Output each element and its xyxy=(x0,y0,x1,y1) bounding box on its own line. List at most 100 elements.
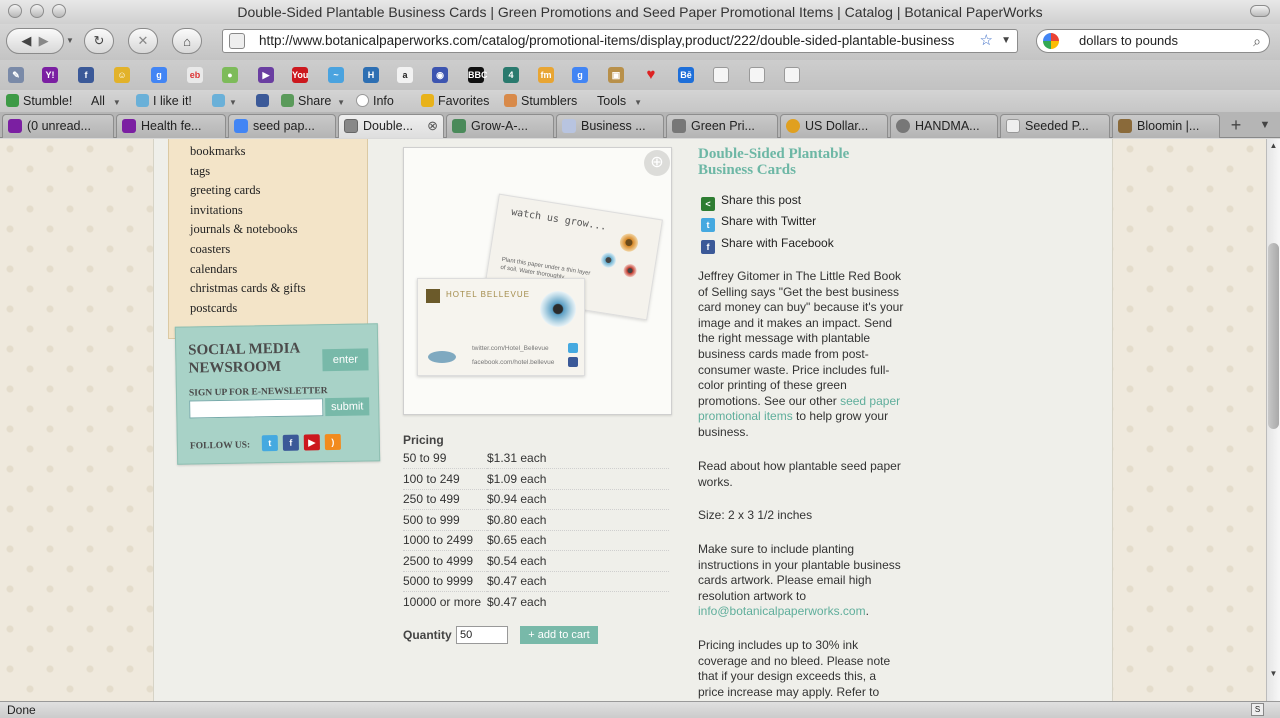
quantity-input[interactable]: 50 xyxy=(456,626,508,644)
scroll-up-icon[interactable]: ▲ xyxy=(1267,141,1280,153)
twitter-icon[interactable]: t xyxy=(261,435,278,452)
tab-green-printing[interactable]: Green Pri... xyxy=(666,114,778,138)
share-button[interactable]: Share ▼ xyxy=(281,94,345,108)
tab-business[interactable]: Business ... xyxy=(556,114,664,138)
google-search-engine-icon[interactable] xyxy=(1043,33,1059,49)
newsletter-email-input[interactable] xyxy=(189,398,324,419)
facebook-icon xyxy=(568,357,578,367)
history-dropdown-icon[interactable]: ▼ xyxy=(66,36,74,45)
tab-list-button[interactable]: ▼ xyxy=(1254,114,1276,138)
amazon-icon[interactable]: a xyxy=(397,67,413,83)
bookmark-star-icon[interactable]: ☆ xyxy=(980,30,993,52)
reload-button[interactable]: ↻ xyxy=(84,28,114,54)
smiley-icon[interactable]: ☺ xyxy=(114,67,130,83)
tab-us-dollar[interactable]: US Dollar... xyxy=(780,114,888,138)
page-icon[interactable] xyxy=(784,67,800,83)
tab-seeded-paper[interactable]: Seeded P... xyxy=(1000,114,1110,138)
youtube-icon[interactable]: ▶ xyxy=(303,434,320,451)
facebook-icon[interactable]: f xyxy=(282,434,299,451)
google-icon[interactable]: g xyxy=(572,67,588,83)
site-identity-icon[interactable] xyxy=(229,33,245,49)
sidebar-item-greeting-cards[interactable]: greeting cards xyxy=(190,181,367,201)
tab-health[interactable]: Health fe... xyxy=(116,114,226,138)
share-post-link[interactable]: < Share this post xyxy=(701,193,801,211)
zoom-window-button[interactable] xyxy=(52,4,66,18)
info-button[interactable]: Info xyxy=(356,94,394,108)
close-tab-icon[interactable]: ⊗ xyxy=(427,115,438,137)
tab-double-sided[interactable]: Double... ⊗ xyxy=(338,114,444,138)
favorites-button[interactable]: Favorites xyxy=(421,94,489,108)
channel4-icon[interactable]: 4 xyxy=(503,67,519,83)
sidebar-item-journals[interactable]: journals & notebooks xyxy=(190,220,367,240)
scroll-down-icon[interactable]: ▼ xyxy=(1267,669,1280,681)
table-row: 500 to 999 $0.80 each xyxy=(403,509,669,531)
facebook-share-button[interactable] xyxy=(256,94,273,108)
address-bar[interactable]: http://www.botanicalpaperworks.com/catal… xyxy=(222,29,1018,53)
fm-icon[interactable]: fm xyxy=(538,67,554,83)
search-icon[interactable]: ⌕ xyxy=(1253,30,1261,52)
all-label: All xyxy=(91,94,105,108)
facebook-icon[interactable]: f xyxy=(78,67,94,83)
thumbs-down-button[interactable]: ▼ xyxy=(212,94,237,108)
scrollbar-thumb[interactable] xyxy=(1268,243,1279,429)
play-icon[interactable]: ▶ xyxy=(258,67,274,83)
stumble-button[interactable]: Stumble! xyxy=(6,94,72,108)
search-box[interactable]: dollars to pounds ⌕ xyxy=(1036,29,1270,53)
vertical-scrollbar[interactable]: ▲ ▼ xyxy=(1266,139,1280,701)
sidebar-item-invitations[interactable]: invitations xyxy=(190,201,367,221)
newsletter-submit-button[interactable]: submit xyxy=(325,397,370,417)
back-forward-buttons[interactable]: ◀ ▶ xyxy=(6,28,64,54)
new-tab-button[interactable]: + xyxy=(1222,114,1250,138)
bbc-icon[interactable]: BBC xyxy=(468,67,488,83)
forward-icon[interactable]: ▶ xyxy=(39,33,49,49)
sidebar-item-coasters[interactable]: coasters xyxy=(190,240,367,260)
frog-icon[interactable]: ● xyxy=(222,67,238,83)
minimize-window-button[interactable] xyxy=(30,4,44,18)
share-facebook-link[interactable]: f Share with Facebook xyxy=(701,236,834,254)
sidebar-item-calendars[interactable]: calendars xyxy=(190,260,367,280)
add-to-cart-button[interactable]: + add to cart xyxy=(520,626,598,644)
share-icon: < xyxy=(701,197,715,211)
rss-icon[interactable]: ) xyxy=(324,433,341,451)
home-button[interactable]: ⌂ xyxy=(172,28,202,54)
stumble-all-dropdown[interactable]: All ▼ xyxy=(91,94,121,108)
zoom-icon[interactable]: ⊕ xyxy=(644,150,670,176)
box-icon[interactable]: ▣ xyxy=(608,67,624,83)
toolbar-toggle-button[interactable] xyxy=(1250,5,1270,17)
ebay-icon[interactable]: eb xyxy=(187,67,203,83)
sidebar-item-postcards[interactable]: postcards xyxy=(190,299,367,319)
i-like-it-button[interactable]: I like it! xyxy=(136,94,192,108)
enter-newsroom-button[interactable]: enter xyxy=(322,348,369,372)
tools-menu[interactable]: Tools ▼ xyxy=(597,94,642,108)
tab-bloomin[interactable]: Bloomin |... xyxy=(1112,114,1220,138)
google-icon[interactable]: g xyxy=(151,67,167,83)
product-image[interactable]: watch us grow... Plant this paper under … xyxy=(403,147,672,415)
tab-handmade[interactable]: HANDMA... xyxy=(890,114,998,138)
how-seed-paper-works-link[interactable]: Read about how plantable seed paper work… xyxy=(698,459,904,490)
back-icon[interactable]: ◀ xyxy=(21,33,31,49)
pencil-icon[interactable]: ✎ xyxy=(8,67,24,83)
circle-icon[interactable]: ◉ xyxy=(432,67,448,83)
tab-seed-paper[interactable]: seed pap... xyxy=(228,114,336,138)
page-icon[interactable] xyxy=(749,67,765,83)
stylish-icon[interactable]: S xyxy=(1251,703,1264,716)
wave-icon[interactable]: ~ xyxy=(328,67,344,83)
sidebar-item-tags[interactable]: tags xyxy=(190,162,367,182)
youtube-icon[interactable]: You xyxy=(292,67,308,83)
email-link[interactable]: info@botanicalpaperworks.com xyxy=(698,604,866,618)
sidebar-item-bookmarks[interactable]: bookmarks xyxy=(190,142,367,162)
close-window-button[interactable] xyxy=(8,4,22,18)
tab-grow-a[interactable]: Grow-A-... xyxy=(446,114,554,138)
h-icon[interactable]: H xyxy=(363,67,379,83)
share-twitter-link[interactable]: t Share with Twitter xyxy=(701,214,816,232)
behance-icon[interactable]: Bē xyxy=(678,67,694,83)
page-icon[interactable] xyxy=(713,67,729,83)
heart-icon[interactable]: ♥ xyxy=(643,67,659,83)
tab-gmail[interactable]: (0 unread... xyxy=(2,114,114,138)
sidebar-item-christmas[interactable]: christmas cards & gifts xyxy=(190,279,367,299)
stop-button[interactable]: ✕ xyxy=(128,28,158,54)
quantity-range: 2500 to 4999 xyxy=(403,550,487,572)
url-dropdown-icon[interactable]: ▼ xyxy=(1001,30,1011,52)
stumblers-button[interactable]: Stumblers xyxy=(504,94,577,108)
yahoo-icon[interactable]: Y! xyxy=(42,67,58,83)
